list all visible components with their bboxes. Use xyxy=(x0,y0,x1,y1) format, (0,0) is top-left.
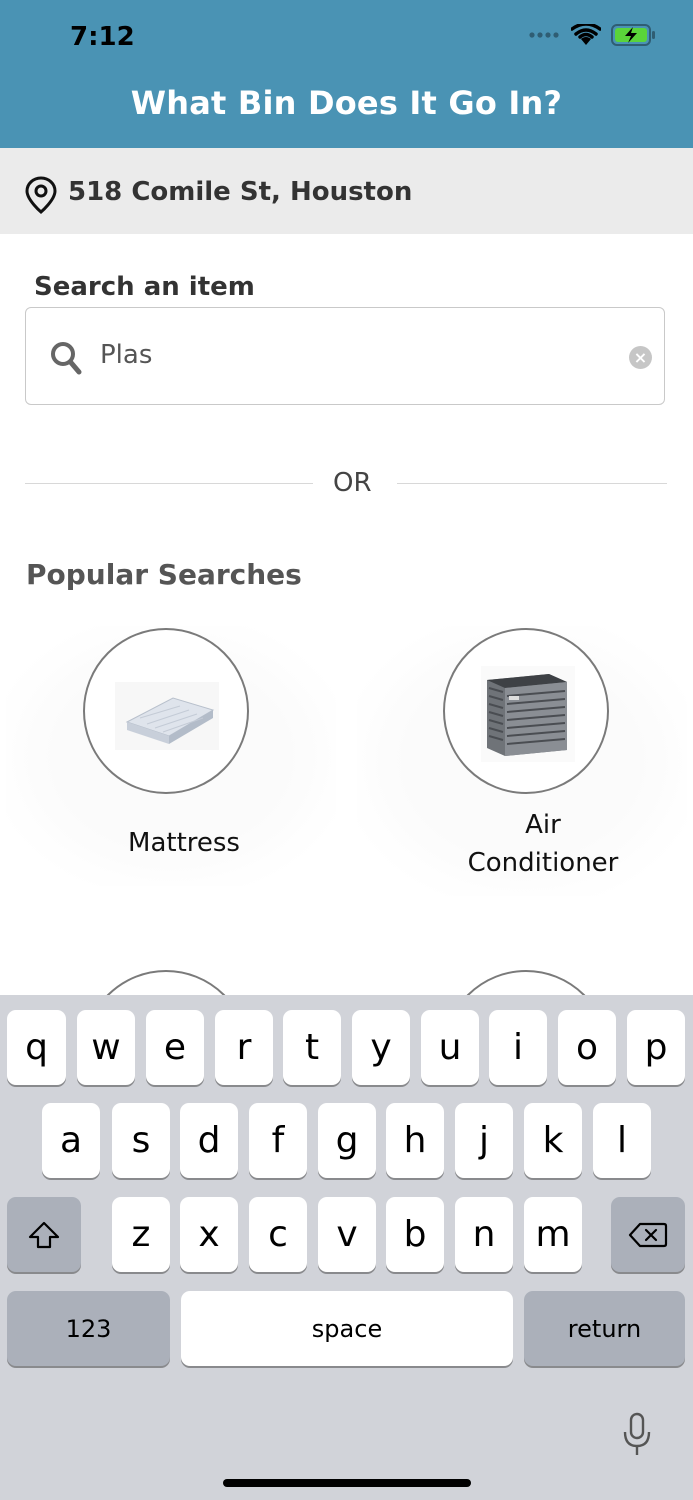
key-d[interactable]: d xyxy=(180,1103,238,1178)
popular-item-label-line1: Air xyxy=(525,810,561,840)
location-pin-icon xyxy=(25,176,57,214)
app-title: What Bin Does It Go In? xyxy=(130,84,563,122)
or-divider-text: OR xyxy=(333,468,372,498)
key-n[interactable]: n xyxy=(455,1197,513,1272)
app-header: 7:12 What Bin Does It Go In? xyxy=(0,0,693,148)
key-t[interactable]: t xyxy=(283,1010,341,1085)
key-i[interactable]: i xyxy=(489,1010,547,1085)
key-u[interactable]: u xyxy=(421,1010,479,1085)
mattress-icon xyxy=(115,682,219,750)
key-w[interactable]: w xyxy=(77,1010,135,1085)
battery-charging-icon xyxy=(611,24,655,46)
key-h[interactable]: h xyxy=(386,1103,444,1178)
key-v[interactable]: v xyxy=(318,1197,376,1272)
popular-item-air-conditioner[interactable]: Air Conditioner xyxy=(357,626,687,896)
key-o[interactable]: o xyxy=(558,1010,616,1085)
key-b[interactable]: b xyxy=(386,1197,444,1272)
air-conditioner-icon xyxy=(481,666,575,762)
search-field[interactable]: × xyxy=(25,307,665,405)
popular-item-label-line2: Conditioner xyxy=(467,848,619,878)
divider-line-left xyxy=(25,483,313,484)
home-indicator[interactable] xyxy=(223,1479,471,1487)
search-input[interactable] xyxy=(100,340,600,370)
shift-icon xyxy=(28,1221,60,1248)
backspace-icon xyxy=(628,1222,668,1247)
popular-item-label: Air Conditioner xyxy=(357,806,693,882)
status-time: 7:12 xyxy=(70,22,135,52)
shift-key[interactable] xyxy=(7,1197,81,1272)
microphone-icon[interactable] xyxy=(622,1412,652,1458)
location-address[interactable]: 518 Comile St, Houston xyxy=(68,177,412,207)
clear-search-icon[interactable]: × xyxy=(629,346,652,369)
key-c[interactable]: c xyxy=(249,1197,307,1272)
key-q[interactable]: q xyxy=(7,1010,66,1085)
status-icons xyxy=(529,24,657,46)
cellular-signal-icon xyxy=(529,32,559,38)
key-g[interactable]: g xyxy=(318,1103,376,1178)
delete-key[interactable] xyxy=(611,1197,685,1272)
popular-item-mattress[interactable]: Mattress xyxy=(6,626,336,886)
popular-item-label: Mattress xyxy=(128,828,240,858)
key-a[interactable]: a xyxy=(42,1103,100,1178)
return-key[interactable]: return xyxy=(524,1291,685,1366)
key-z[interactable]: z xyxy=(112,1197,170,1272)
key-s[interactable]: s xyxy=(112,1103,170,1178)
key-y[interactable]: y xyxy=(352,1010,410,1085)
divider-line-right xyxy=(397,483,667,484)
numbers-key[interactable]: 123 xyxy=(7,1291,170,1366)
key-p[interactable]: p xyxy=(627,1010,685,1085)
key-x[interactable]: x xyxy=(180,1197,238,1272)
key-l[interactable]: l xyxy=(593,1103,651,1178)
search-icon xyxy=(51,342,82,375)
key-f[interactable]: f xyxy=(249,1103,307,1178)
key-e[interactable]: e xyxy=(146,1010,204,1085)
key-k[interactable]: k xyxy=(524,1103,582,1178)
key-r[interactable]: r xyxy=(215,1010,273,1085)
search-label: Search an item xyxy=(34,272,255,302)
key-j[interactable]: j xyxy=(455,1103,513,1178)
keyboard: q w e r t y u i o p a s d f g h j k l z … xyxy=(0,995,693,1500)
popular-searches-title: Popular Searches xyxy=(26,558,302,591)
space-key[interactable]: space xyxy=(181,1291,513,1366)
wifi-icon xyxy=(571,24,601,45)
air-conditioner-image xyxy=(443,628,609,794)
mattress-image xyxy=(83,628,249,794)
key-m[interactable]: m xyxy=(524,1197,582,1272)
